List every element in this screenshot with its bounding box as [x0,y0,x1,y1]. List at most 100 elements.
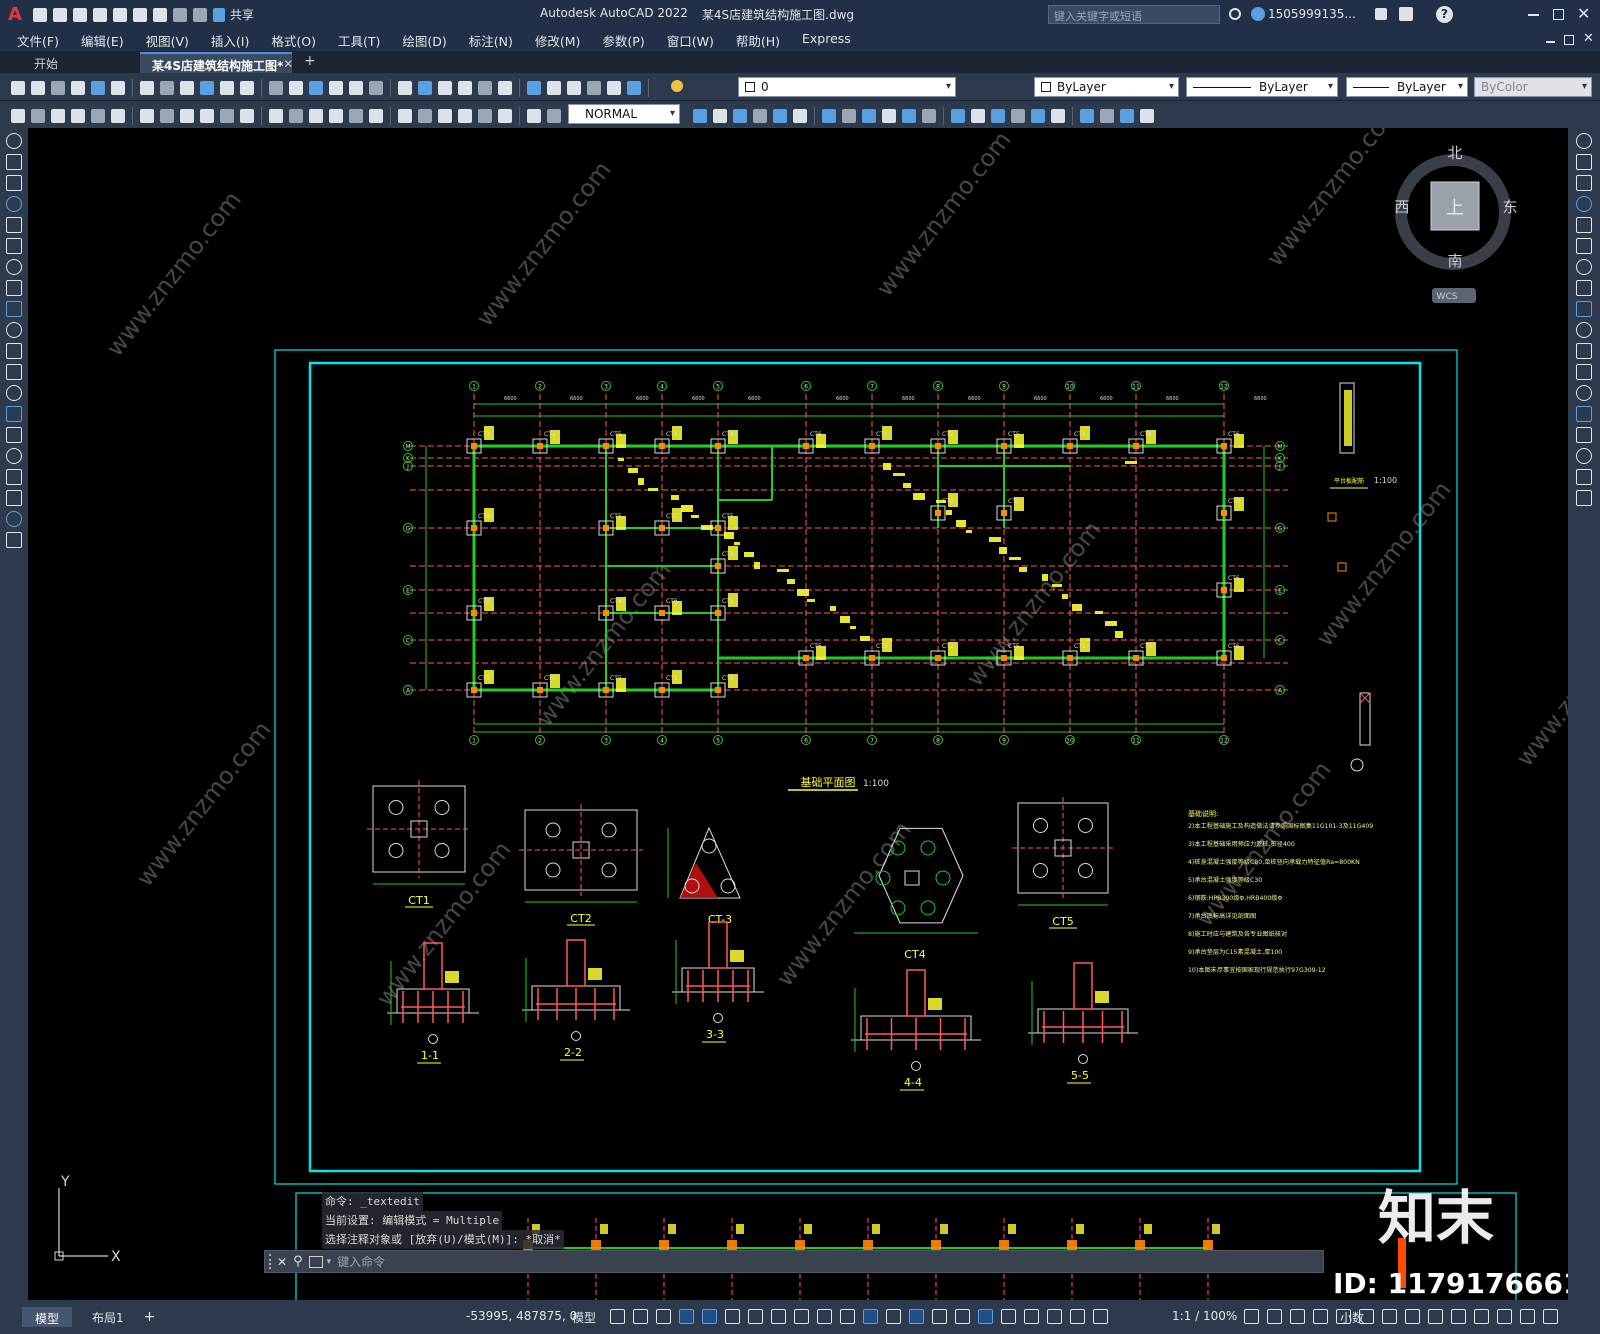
status-toggle-15-icon[interactable] [932,1309,947,1324]
plotstyle-dropdown[interactable]: ByColor ▾ [1474,77,1592,97]
viewcube-east[interactable]: 东 [1502,198,1517,216]
search-icon[interactable] [1229,8,1241,20]
status-toggle-20-icon[interactable] [1047,1309,1062,1324]
command-input-bar[interactable]: ✕ ⚲ ▾ 键入命令 [264,1250,1324,1273]
save-as-icon[interactable] [93,7,107,22]
obj-tool-12-icon[interactable] [922,109,936,123]
std-tool-12-icon[interactable] [240,81,254,95]
draw-tool-1-icon[interactable] [6,133,22,149]
draw-tool-19-icon[interactable] [6,511,22,527]
draw-tool-5-icon[interactable] [6,217,22,233]
menu-item-2[interactable]: 视图(V) [146,31,189,50]
linetype-dropdown[interactable]: ByLayer ▾ [1186,77,1338,97]
layout-tab-add[interactable]: + [144,1309,156,1325]
std-tool-17-icon[interactable] [349,81,363,95]
layout-tab-layout1[interactable]: 布局1 [92,1309,124,1326]
std-tool-5-icon[interactable] [91,81,105,95]
draw-tool-9-icon[interactable] [6,301,22,317]
dim-tool-14-icon[interactable] [289,109,303,123]
std-tool-13-icon[interactable] [269,81,283,95]
doc-minimize-icon[interactable] [1546,41,1555,43]
dim-tool-10-icon[interactable] [200,109,214,123]
status-tool-10-icon[interactable] [1451,1309,1466,1324]
modify-tool-7-icon[interactable] [1576,259,1592,275]
modify-tool-15-icon[interactable] [1576,427,1592,443]
std-tool-11-icon[interactable] [220,81,234,95]
std-tool-24-icon[interactable] [498,81,512,95]
menu-item-3[interactable]: 插入(I) [211,31,249,50]
obj-tool-18-icon[interactable] [1051,109,1065,123]
status-tool-11-icon[interactable] [1474,1309,1489,1324]
dim-tool-26-icon[interactable] [547,109,561,123]
obj-tool-3-icon[interactable] [733,109,747,123]
close-icon[interactable]: ✕ [1577,4,1590,23]
obj-tool-17-icon[interactable] [1031,109,1045,123]
status-tool-2-icon[interactable] [1267,1309,1282,1324]
menu-item-11[interactable]: 帮助(H) [736,31,780,50]
viewcube[interactable]: 上 北 南 东 西 WCS [1394,144,1518,303]
std-tool-6-icon[interactable] [111,81,125,95]
status-tool-9-icon[interactable] [1428,1309,1443,1324]
std-tool-19-icon[interactable] [398,81,412,95]
menu-item-10[interactable]: 窗口(W) [667,31,714,50]
status-toggle-12-icon[interactable] [863,1309,878,1324]
status-toggle-16-icon[interactable] [955,1309,970,1324]
std-tool-2-icon[interactable] [31,81,45,95]
redo-icon[interactable] [193,7,207,22]
obj-tool-7-icon[interactable] [822,109,836,123]
coordinates-readout[interactable]: -53995, 487875, 0 [466,1309,577,1323]
viewcube-north[interactable]: 北 [1447,144,1462,162]
draw-tool-18-icon[interactable] [6,490,22,506]
share-icon[interactable] [213,7,225,22]
menu-item-5[interactable]: 工具(T) [338,31,380,50]
dim-tool-19-icon[interactable] [398,109,412,123]
draw-tool-2-icon[interactable] [6,154,22,170]
style-dropdown[interactable]: NORMAL ▾ [568,104,680,124]
command-drag-handle[interactable] [269,1254,273,1269]
std-tool-18-icon[interactable] [369,81,383,95]
obj-tool-4-icon[interactable] [753,109,767,123]
draw-tool-14-icon[interactable] [6,406,22,422]
std-tool-25-icon[interactable] [527,81,541,95]
std-tool-29-icon[interactable] [607,81,621,95]
dim-tool-6-icon[interactable] [111,109,125,123]
menu-item-1[interactable]: 编辑(E) [81,31,124,50]
open-web-icon[interactable] [113,7,127,22]
modify-tool-2-icon[interactable] [1576,154,1592,170]
command-customize-icon[interactable]: ⚲ [293,1254,303,1269]
dim-tool-13-icon[interactable] [269,109,283,123]
std-tool-23-icon[interactable] [478,81,492,95]
new-tab-button[interactable]: + [292,52,328,73]
search-input[interactable]: 键入关键字或短语 [1054,10,1142,23]
menu-item-6[interactable]: 绘图(D) [402,31,446,50]
dim-tool-23-icon[interactable] [478,109,492,123]
obj-tool-16-icon[interactable] [1011,109,1025,123]
status-tool-13-icon[interactable] [1520,1309,1535,1324]
dim-tool-18-icon[interactable] [369,109,383,123]
user-icon[interactable] [1251,7,1265,21]
std-tool-28-icon[interactable] [587,81,601,95]
obj-tool-9-icon[interactable] [862,109,876,123]
modify-tool-6-icon[interactable] [1576,238,1592,254]
modify-tool-1-icon[interactable] [1576,133,1592,149]
dim-tool-12-icon[interactable] [240,109,254,123]
modify-tool-8-icon[interactable] [1576,280,1592,296]
command-recent-icon[interactable] [308,1255,323,1268]
help-icon[interactable]: ? [1436,6,1453,23]
obj-tool-20-icon[interactable] [1100,109,1114,123]
dim-tool-16-icon[interactable] [329,109,343,123]
model-space-toggle[interactable]: 模型 [572,1309,596,1326]
dim-tool-2-icon[interactable] [31,109,45,123]
status-toggle-22-icon[interactable] [1093,1309,1108,1324]
menu-item-8[interactable]: 修改(M) [535,31,581,50]
draw-tool-4-icon[interactable] [6,196,22,212]
draw-tool-8-icon[interactable] [6,280,22,296]
status-toggle-10-icon[interactable] [817,1309,832,1324]
dim-tool-21-icon[interactable] [438,109,452,123]
status-tool-14-icon[interactable] [1543,1309,1558,1324]
layer-on-icon[interactable] [671,80,683,92]
obj-tool-19-icon[interactable] [1080,109,1094,123]
obj-tool-11-icon[interactable] [902,109,916,123]
obj-tool-5-icon[interactable] [773,109,787,123]
open-file-icon[interactable] [53,7,67,22]
